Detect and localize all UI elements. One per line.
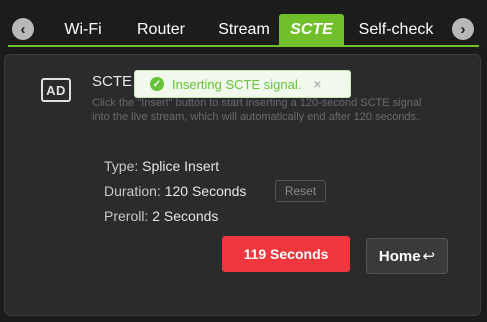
tab-scte[interactable]: SCTE — [279, 14, 344, 46]
top-navigation-bar: ‹ Wi-Fi Router Stream SCTE Self-check › — [0, 0, 487, 47]
ad-icon: AD — [41, 78, 71, 102]
countdown-button[interactable]: 119 Seconds — [222, 236, 350, 272]
home-label: Home — [378, 247, 421, 265]
preroll-value: 2 Seconds — [152, 208, 219, 224]
type-row: Type: Splice Insert — [104, 158, 219, 174]
home-button[interactable]: Home ↩ — [366, 238, 448, 274]
tab-router[interactable]: Router — [124, 14, 198, 46]
toast-message: Inserting SCTE signal. — [172, 76, 302, 92]
reset-button[interactable]: Reset — [275, 180, 326, 202]
preroll-label: Preroll: — [104, 208, 149, 224]
tab-stream[interactable]: Stream — [208, 14, 280, 46]
duration-label: Duration: — [104, 183, 161, 199]
section-title: SCTE — [92, 73, 133, 90]
success-toast: ✓ Inserting SCTE signal. × — [134, 70, 351, 98]
check-circle-icon: ✓ — [150, 77, 164, 91]
duration-value: 120 Seconds — [164, 183, 247, 199]
tab-underline — [8, 45, 479, 47]
preroll-row: Preroll: 2 Seconds — [104, 208, 218, 224]
duration-row: Duration: 120 Seconds — [104, 183, 246, 199]
close-icon[interactable]: × — [313, 76, 321, 92]
chevron-right-icon[interactable]: › — [452, 18, 474, 40]
type-value: Splice Insert — [142, 158, 220, 174]
tab-wifi[interactable]: Wi-Fi — [50, 14, 116, 46]
section-description: Click the "Insert" button to start inser… — [92, 97, 422, 123]
type-label: Type: — [104, 158, 139, 174]
chevron-left-icon[interactable]: ‹ — [12, 18, 34, 40]
tab-self-check[interactable]: Self-check — [350, 14, 442, 46]
back-arrow-icon: ↩ — [422, 248, 436, 265]
